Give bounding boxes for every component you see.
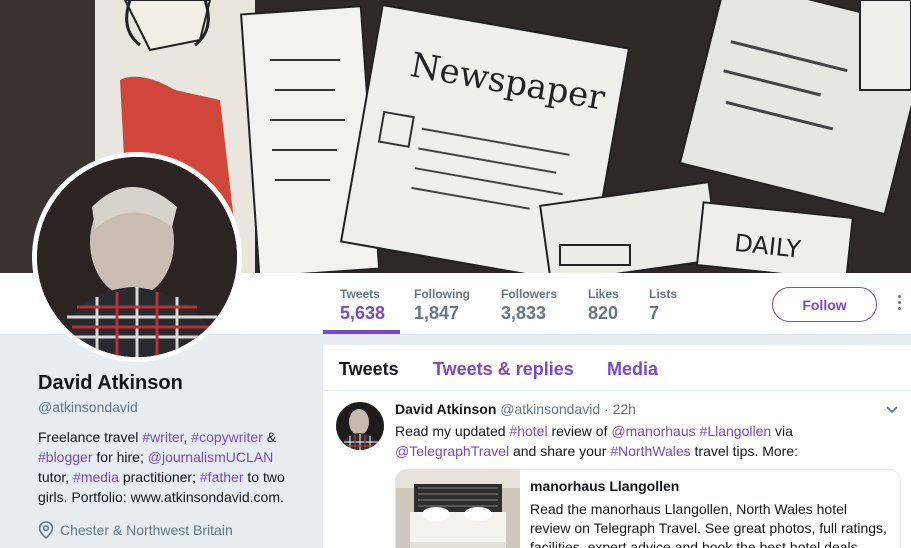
tweet-text-fragment: review of: [547, 423, 612, 439]
timeline-tabs: Tweets Tweets & replies Media: [323, 345, 911, 391]
tweet-text-fragment: and share your: [509, 443, 611, 459]
bio-text: for hire;: [92, 449, 148, 465]
profile-avatar[interactable]: [32, 152, 242, 362]
stat-likes[interactable]: Likes 820: [588, 287, 619, 324]
profile-location: Chester & Northwest Britain: [38, 521, 303, 539]
tab-tweets[interactable]: Tweets: [339, 359, 399, 380]
stat-following[interactable]: Following 1,847: [414, 287, 470, 324]
profile-name[interactable]: David Atkinson: [38, 372, 303, 395]
tweet-separator: ·: [600, 401, 613, 417]
tweet-text-fragment: Read my updated: [395, 423, 510, 439]
stat-following-label: Following: [414, 287, 470, 301]
tab-media[interactable]: Media: [607, 359, 658, 380]
stat-likes-label: Likes: [588, 287, 619, 301]
stat-followers-label: Followers: [501, 287, 558, 301]
hashtag-copywriter[interactable]: #copywriter: [191, 429, 263, 445]
mention-manorhaus[interactable]: @manorhaus: [611, 423, 695, 439]
bio-text: practitioner;: [118, 469, 200, 485]
stat-lists[interactable]: Lists 7: [649, 287, 677, 324]
tweet-text: Read my updated #hotel review of @manorh…: [395, 421, 895, 461]
bio-text: Freelance travel: [38, 429, 143, 445]
tweet-text-fragment: via: [771, 423, 793, 439]
link-card-description: Read the manorhaus Llangollen, North Wal…: [530, 501, 887, 548]
tweet-header: David Atkinson @atkinsondavid · 22h: [395, 401, 636, 417]
location-text: Chester & Northwest Britain: [60, 522, 233, 538]
mention-journalismuclan[interactable]: @journalismUCLAN: [148, 449, 273, 465]
hashtag-father[interactable]: #father: [200, 469, 244, 485]
hashtag-writer[interactable]: #writer: [142, 429, 183, 445]
stat-lists-value: 7: [649, 303, 660, 323]
more-options-icon[interactable]: [894, 295, 904, 317]
profile-handle[interactable]: @atkinsondavid: [38, 399, 303, 415]
avatar-image: [37, 157, 237, 357]
stat-tweets-value: 5,638: [340, 303, 386, 323]
stat-followers[interactable]: Followers 3,833: [501, 287, 557, 324]
chevron-down-icon[interactable]: [886, 405, 898, 415]
profile-card: David Atkinson @atkinsondavid Freelance …: [38, 372, 303, 539]
stat-likes-value: 820: [588, 303, 619, 323]
hashtag-northwales[interactable]: #NorthWales: [610, 443, 690, 459]
link-card-body: manorhaus Llangollen Read the manorhaus …: [520, 470, 900, 548]
mention-telegraphtravel[interactable]: @TelegraphTravel: [395, 443, 509, 459]
follow-button[interactable]: Follow: [772, 287, 877, 322]
hashtag-media[interactable]: #media: [73, 469, 119, 485]
stat-tweets-label: Tweets: [340, 287, 380, 301]
hotel-room-image: [396, 470, 520, 548]
tweet[interactable]: David Atkinson @atkinsondavid · 22h Read…: [323, 392, 911, 548]
tab-tweets-replies[interactable]: Tweets & replies: [433, 359, 574, 380]
map-pin-icon: [38, 521, 54, 539]
bio-text: &: [262, 429, 277, 445]
link-card[interactable]: manorhaus Llangollen Read the manorhaus …: [395, 469, 901, 548]
hashtag-blogger[interactable]: #blogger: [38, 449, 93, 465]
stat-lists-label: Lists: [649, 287, 678, 301]
tweet-avatar[interactable]: [336, 402, 384, 450]
link-card-title: manorhaus Llangollen: [530, 478, 680, 494]
tweet-author-handle[interactable]: @atkinsondavid: [500, 401, 600, 417]
bio-text: tutor,: [38, 469, 74, 485]
stat-followers-value: 3,833: [501, 303, 547, 323]
tweet-author-name[interactable]: David Atkinson: [395, 401, 496, 417]
tweet-avatar-image: [336, 402, 384, 450]
link-card-image: [396, 470, 520, 548]
stat-tweets[interactable]: Tweets 5,638: [340, 287, 385, 324]
stat-following-value: 1,847: [414, 303, 460, 323]
hashtag-llangollen[interactable]: #Llangollen: [700, 423, 772, 439]
profile-bio: Freelance travel #writer, #copywriter & …: [38, 427, 303, 507]
active-stat-indicator: [323, 330, 400, 334]
tweet-text-fragment: travel tips. More:: [690, 443, 799, 459]
timeline: Tweets Tweets & replies Media David Atki…: [323, 345, 911, 548]
hashtag-hotel[interactable]: #hotel: [509, 423, 547, 439]
tweet-timestamp[interactable]: 22h: [613, 401, 636, 417]
